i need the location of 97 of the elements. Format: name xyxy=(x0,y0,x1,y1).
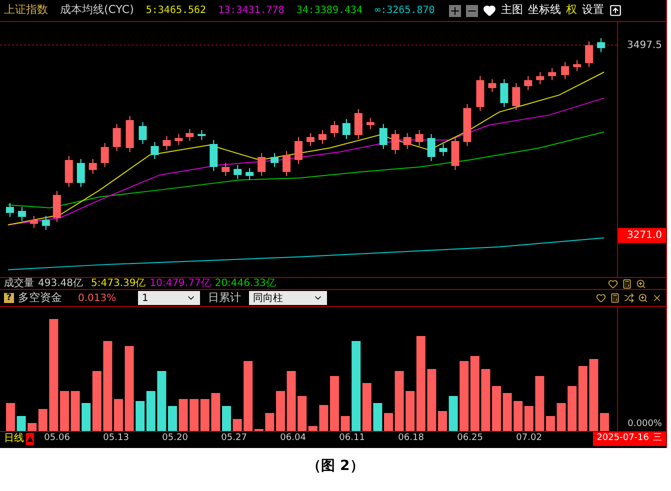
candlestick xyxy=(342,118,350,140)
toolbar-menu-item[interactable]: 权 xyxy=(566,2,577,19)
candlestick xyxy=(186,128,194,142)
candlestick xyxy=(126,116,134,152)
candlestick xyxy=(330,120,338,138)
candlestick xyxy=(379,124,388,150)
period-label[interactable]: 日线 xyxy=(4,433,24,445)
average-value: ∞:3265.870 xyxy=(374,4,435,18)
candlestick xyxy=(512,82,520,111)
candlestick xyxy=(52,190,61,222)
axis-label: 0.000% xyxy=(626,418,663,430)
zoom-icon[interactable] xyxy=(636,278,646,288)
candlestick xyxy=(391,130,400,154)
candlestick xyxy=(403,132,412,150)
calculator-icon[interactable] xyxy=(610,293,620,303)
candlestick xyxy=(258,152,266,176)
date-label: 06.25 xyxy=(457,432,484,446)
date-label: 05.06 xyxy=(44,432,71,446)
candlestick xyxy=(294,136,302,164)
marker-icon: ▲ xyxy=(26,433,34,445)
date-label: 06.11 xyxy=(339,432,366,446)
candlestick xyxy=(30,215,38,228)
close-icon[interactable] xyxy=(652,293,662,303)
candlestick xyxy=(76,158,85,188)
candlestick xyxy=(451,136,460,170)
average-value: 5:3465.562 xyxy=(146,4,206,18)
candlestick xyxy=(463,104,472,146)
candlestick xyxy=(488,78,496,93)
current-price-label: 3271.0 xyxy=(618,228,666,243)
volume-average: 20:446.33亿 xyxy=(214,277,276,291)
candlestick xyxy=(415,130,424,146)
candlestick xyxy=(561,62,570,80)
zoom-out-icon[interactable] xyxy=(466,4,478,16)
toolbar-menu-item[interactable]: 主图 xyxy=(501,2,523,19)
date-label: 05.27 xyxy=(221,432,248,446)
indicator-name: 成本均线(CYC) xyxy=(60,2,134,18)
indicator-value: 0.013% xyxy=(78,292,118,306)
index-title: 上证指数 xyxy=(4,2,48,18)
volume-average: 5:473.39亿 xyxy=(91,277,146,291)
candlestick xyxy=(354,108,362,140)
date-label: 05.20 xyxy=(162,432,189,446)
price-label: 3497.5 xyxy=(626,39,663,53)
candlestick xyxy=(64,156,73,188)
candlestick xyxy=(42,215,50,230)
zoom-icon[interactable] xyxy=(638,293,648,303)
candlestick xyxy=(210,140,218,172)
toolbar-menu-item[interactable]: 设置 xyxy=(582,2,604,19)
accumulation-label: 日累计 xyxy=(208,290,241,306)
volume-label: 成交量 xyxy=(4,276,34,291)
candlestick xyxy=(476,76,484,112)
date-label: 05.13 xyxy=(103,432,130,446)
candlestick xyxy=(174,134,183,146)
zoom-in-icon[interactable] xyxy=(449,4,461,16)
candlestick xyxy=(198,130,206,141)
help-icon[interactable]: ? xyxy=(4,293,14,303)
candlestick xyxy=(500,78,508,108)
calculator-icon[interactable] xyxy=(622,278,632,288)
date-label: 06.04 xyxy=(280,432,307,446)
candlestick xyxy=(100,142,109,168)
dropdown[interactable]: 1 xyxy=(138,291,200,305)
date-label: 07.02 xyxy=(516,432,543,446)
candlestick xyxy=(536,72,544,85)
candlestick xyxy=(306,132,314,146)
candlestick xyxy=(585,40,594,68)
candlestick xyxy=(6,202,14,218)
dropdown[interactable]: 同向柱 xyxy=(249,291,327,305)
average-value: 13:3431.778 xyxy=(218,4,284,18)
candlestick xyxy=(162,136,171,150)
candlestick xyxy=(246,167,254,180)
volume-average: 10:479.77亿 xyxy=(150,277,211,291)
candlestick xyxy=(138,122,147,144)
candlestick xyxy=(597,38,606,53)
volume-value: 493.48亿 xyxy=(38,277,83,291)
candlestick xyxy=(318,130,326,144)
candlestick xyxy=(439,144,448,156)
candlestick xyxy=(524,76,532,91)
candlestick xyxy=(234,164,242,180)
arrows-icon[interactable] xyxy=(624,293,634,303)
average-value: 34:3389.434 xyxy=(296,4,363,18)
candlestick xyxy=(548,68,556,81)
current-date: 2025-07-16 xyxy=(592,432,653,446)
candlestick xyxy=(18,206,26,222)
candlestick xyxy=(88,158,97,174)
candlestick xyxy=(573,60,582,72)
candlestick xyxy=(222,162,230,176)
toolbar-menu-item[interactable]: 坐标线 xyxy=(528,2,561,19)
candlestick xyxy=(270,152,279,168)
candlestick xyxy=(366,118,374,130)
candlestick xyxy=(282,150,291,176)
date-label: 06.18 xyxy=(398,432,425,446)
arrow-up-icon[interactable] xyxy=(609,4,622,17)
candlestick xyxy=(427,134,436,162)
candlestick xyxy=(112,124,121,152)
candlestick xyxy=(150,142,159,160)
menu-icon[interactable]: 三 xyxy=(653,432,666,446)
indicator-name: 多空资金 xyxy=(18,290,62,306)
figure-caption: （图 2） xyxy=(306,457,365,476)
